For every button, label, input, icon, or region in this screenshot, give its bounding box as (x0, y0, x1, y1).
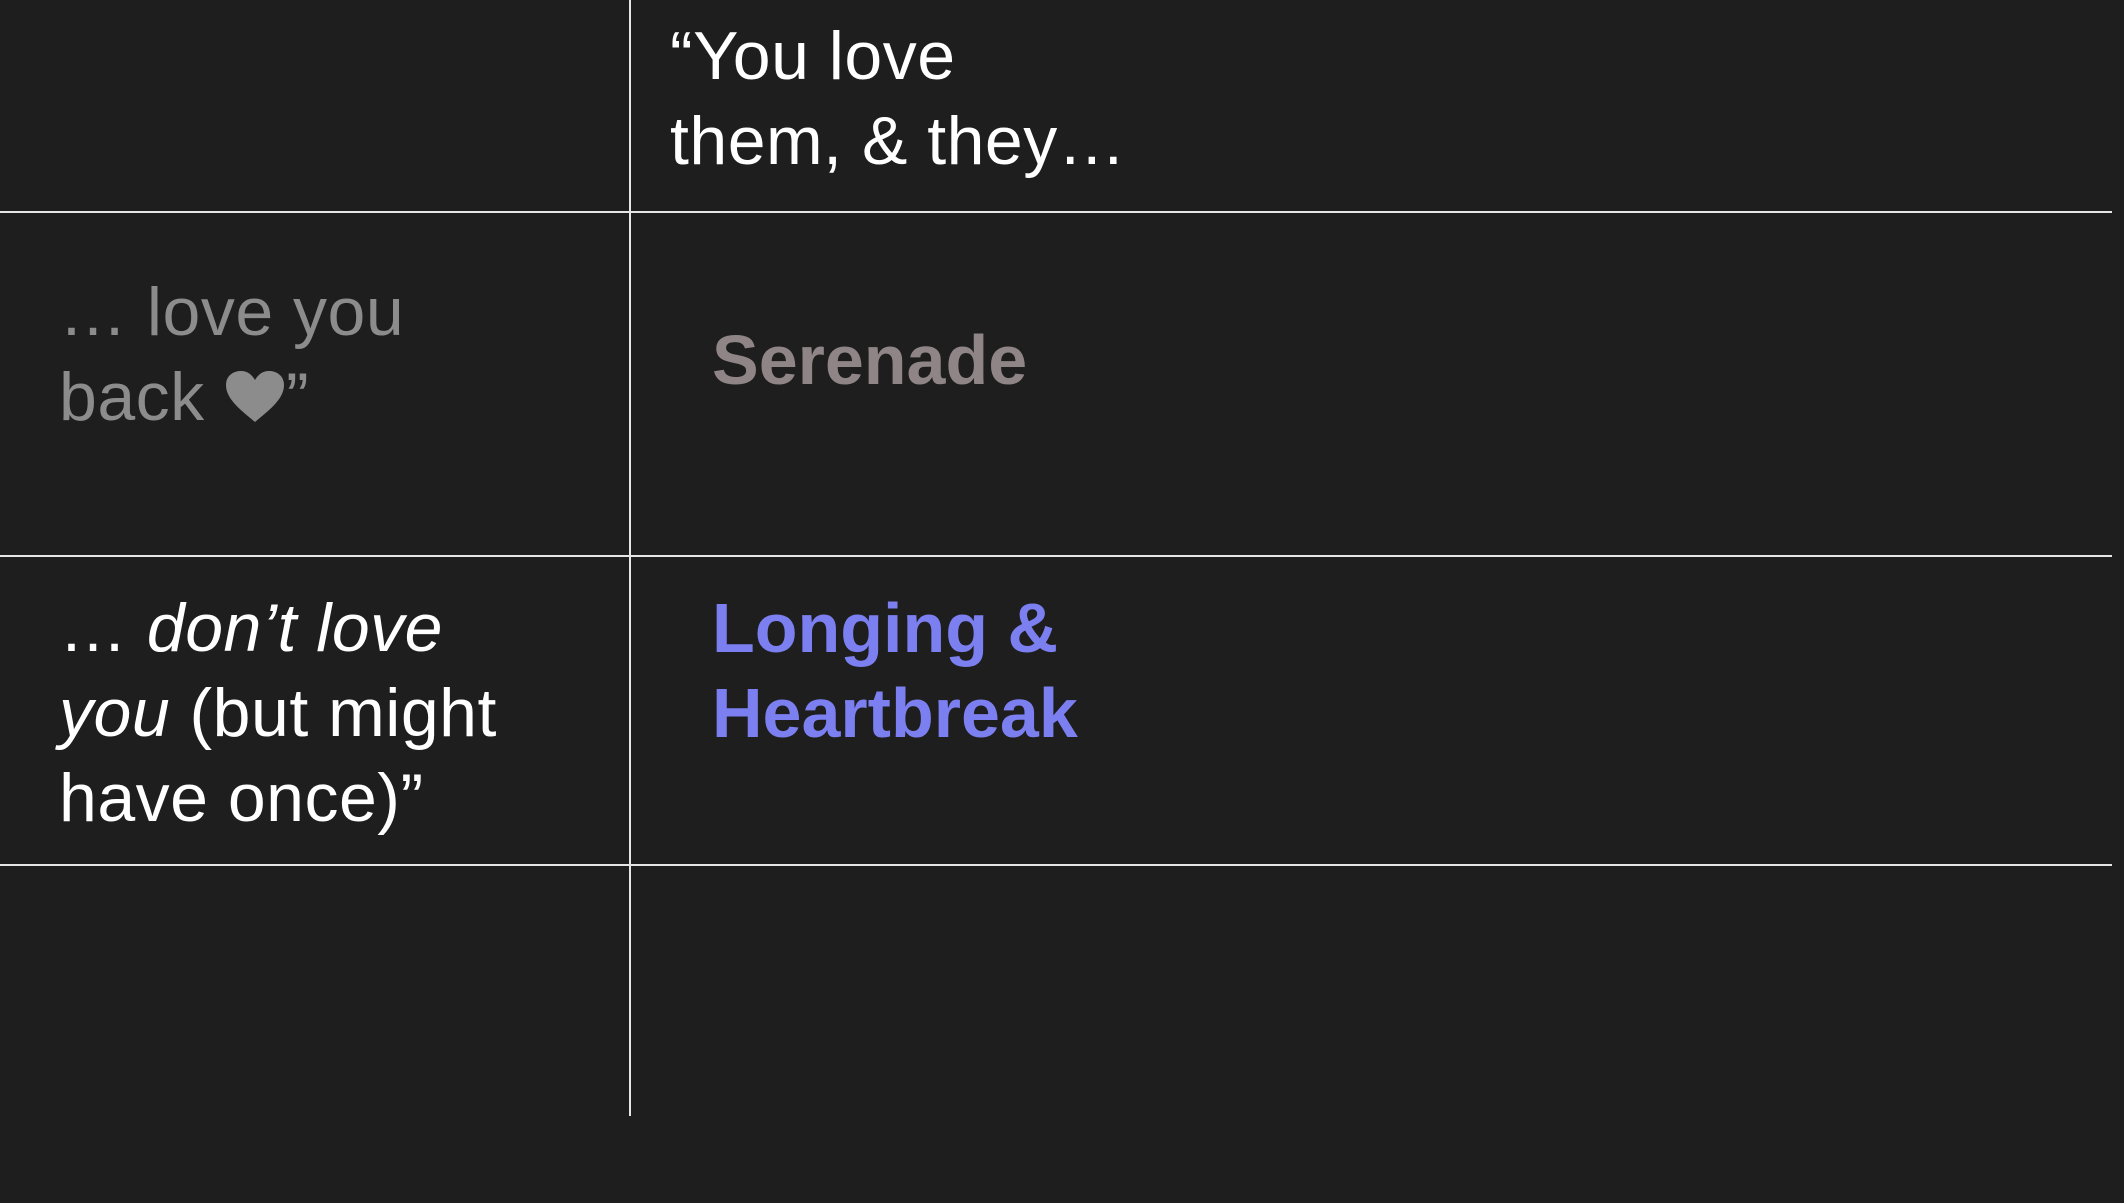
grid-divider-row-1 (0, 555, 2112, 557)
grid-divider-header (0, 211, 2112, 213)
row-2-label-prefix: … (59, 590, 147, 666)
category-longing-line-2: Heartbreak (712, 674, 1078, 752)
grid-divider-column (629, 0, 631, 1116)
category-serenade-label: Serenade (712, 321, 1028, 399)
row-label-dont-love-you: … don’t love you (but might have once)” (59, 586, 497, 841)
row-2-label-emphasis: don’t love (146, 590, 443, 666)
row-2-label-line-3: have once)” (59, 760, 424, 836)
row-1-label-line-1: … love you (59, 274, 405, 350)
prompt-line-2: them, & they… (670, 103, 1127, 179)
row-label-love-you-back: … love you back ” (59, 270, 404, 440)
grid-divider-row-2 (0, 864, 2112, 866)
row-1-label-line-2: back ” (59, 355, 404, 440)
column-header-prompt: “You love them, & they… (670, 14, 1126, 184)
row-2-label-line-2: you (but might (59, 671, 497, 756)
prompt-line-1: “You love (670, 18, 956, 94)
row-1-label-text: back (59, 359, 225, 435)
category-serenade: Serenade (712, 318, 1027, 403)
category-longing-line-1: Longing & (712, 589, 1059, 667)
category-longing-heartbreak: Longing & Heartbreak (712, 586, 1078, 756)
heart-icon (224, 370, 286, 424)
row-2-label-emphasis-you: you (59, 675, 171, 751)
row-2-label-line-1: … don’t love (59, 586, 497, 671)
row-1-label-close-quote: ” (286, 359, 310, 435)
row-2-label-rest: (but might (170, 675, 497, 751)
